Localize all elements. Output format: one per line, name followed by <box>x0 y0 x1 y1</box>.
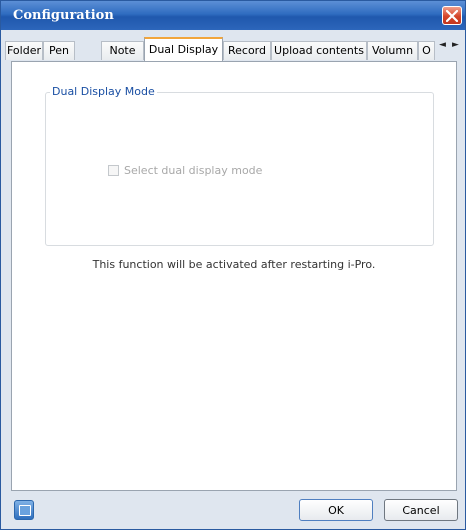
title-bar[interactable]: Configuration <box>1 1 465 30</box>
dual-display-checkbox-label[interactable]: Select dual display mode <box>124 164 262 177</box>
tab-volumn[interactable]: Volumn <box>367 41 418 60</box>
bottom-bar: OK Cancel <box>1 491 465 529</box>
tab-pen[interactable]: Pen <box>43 41 75 60</box>
close-icon <box>446 10 458 22</box>
ok-button[interactable]: OK <box>299 499 373 521</box>
display-icon-button[interactable] <box>14 500 34 520</box>
tab-strip: Folder Pen Note Dual Display Record Uplo… <box>1 30 465 62</box>
close-button[interactable] <box>442 6 462 25</box>
display-icon <box>19 505 31 516</box>
cancel-button[interactable]: Cancel <box>384 499 458 521</box>
configuration-window: Configuration Folder Pen Note Dual Displ… <box>0 0 466 530</box>
tab-scroll-arrows: ◄ ► <box>435 40 465 54</box>
tab-dual-display[interactable]: Dual Display <box>144 37 223 62</box>
dual-display-panel: Dual Display Mode Select dual display mo… <box>11 61 457 491</box>
tab-scroll-left-icon[interactable]: ◄ <box>439 40 446 50</box>
tab-note[interactable]: Note <box>101 41 144 60</box>
window-title: Configuration <box>13 8 114 23</box>
tab-upload-contents[interactable]: Upload contents <box>271 41 367 60</box>
restart-info-text: This function will be activated after re… <box>92 258 376 271</box>
dual-display-checkbox[interactable] <box>108 165 119 176</box>
dual-display-mode-group: Dual Display Mode Select dual display mo… <box>45 85 434 246</box>
tab-scroll-right-icon[interactable]: ► <box>452 40 459 50</box>
tab-record[interactable]: Record <box>223 41 271 60</box>
group-title: Dual Display Mode <box>50 85 157 98</box>
tab-folder[interactable]: Folder <box>5 41 43 60</box>
tab-overflow[interactable]: O <box>418 41 435 60</box>
